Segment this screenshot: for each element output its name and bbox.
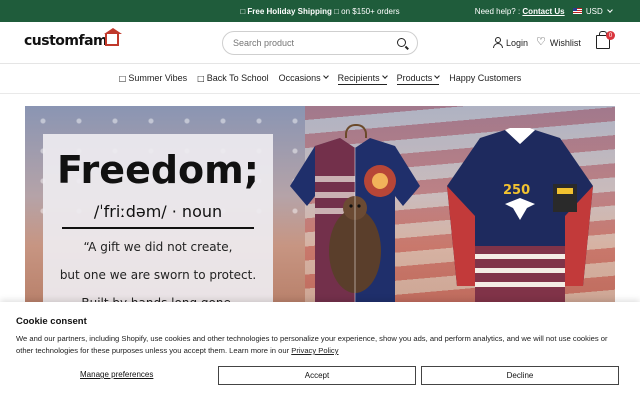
nav-item-summer-vibes[interactable]: □ Summer Vibes [119, 73, 187, 84]
chevron-down-icon [322, 73, 329, 79]
promo-text: on $150+ orders [341, 6, 400, 16]
cookie-consent-banner: Cookie consent We and our partners, incl… [0, 302, 640, 400]
nav-label: Happy Customers [449, 73, 522, 83]
nav-label: Back To School [206, 73, 269, 83]
contact-us-link[interactable]: Contact Us [522, 7, 564, 16]
nav-item-occasions[interactable]: Occasions [278, 73, 329, 84]
cart-count-badge: 0 [606, 31, 615, 40]
nav-label: Summer Vibes [128, 73, 188, 83]
search-bar[interactable] [222, 31, 418, 55]
help-text: Need help? : Contact Us [475, 7, 565, 16]
hero-quote-line: but one we are sworn to protect. [59, 268, 257, 282]
wishlist-label: Wishlist [549, 37, 581, 48]
sun-icon: □ [118, 73, 127, 83]
help-label: Need help? : [474, 6, 521, 16]
accept-button[interactable]: Accept [218, 366, 416, 385]
currency-label: USD [585, 6, 603, 16]
nav-item-back-to-school[interactable]: □ Back To School [197, 73, 268, 84]
site-header: customfam Login ♡ Wishlist 0 [0, 22, 640, 64]
backpack-icon: □ [197, 73, 205, 83]
shirt-badge-text: 250 [503, 183, 530, 198]
announcement-bar: □ Free Holiday Shipping □ on $150+ order… [0, 0, 640, 22]
user-icon [492, 37, 503, 48]
login-button[interactable]: Login [492, 37, 528, 48]
nav-label: Recipients [337, 72, 380, 83]
chevron-down-icon [434, 72, 441, 79]
consent-body: We and our partners, including Shopify, … [16, 333, 624, 357]
hero-text-card: Freedom; /ˈfriːdəm/ · noun “A gift we di… [43, 134, 273, 306]
consent-title: Cookie consent [16, 316, 87, 327]
gift-icon: □ [334, 6, 339, 16]
divider [62, 227, 254, 229]
nav-item-products[interactable]: Products [396, 72, 441, 85]
privacy-policy-link[interactable]: Privacy Policy [291, 346, 338, 355]
search-icon[interactable] [397, 38, 406, 47]
manage-preferences-link[interactable]: Manage preferences [80, 370, 153, 379]
wishlist-button[interactable]: ♡ Wishlist [536, 37, 581, 48]
nav-label: Occasions [278, 73, 321, 83]
bigfoot-flag-shirt-image [290, 138, 420, 306]
house-icon [104, 28, 123, 46]
hero-pronunciation: /ˈfriːdəm/ · noun [93, 202, 223, 221]
search-input[interactable] [233, 38, 383, 48]
us-flag-icon [572, 8, 582, 15]
logo-text: customfam [24, 33, 108, 49]
chevron-down-icon [607, 6, 613, 13]
heart-icon: ♡ [536, 36, 546, 48]
main-nav: □ Summer Vibes □ Back To School Occasion… [0, 64, 640, 94]
login-label: Login [506, 37, 529, 48]
nav-item-recipients[interactable]: Recipients [337, 72, 388, 85]
decline-button[interactable]: Decline [421, 366, 619, 385]
anniversary-polo-shirt-image: 250 [447, 128, 593, 306]
nav-label: Products [396, 72, 433, 83]
promo-bold-text: Free Holiday Shipping [247, 6, 332, 16]
hero-banner[interactable]: Freedom; /ˈfriːdəm/ · noun “A gift we di… [25, 106, 615, 306]
nav-item-happy-customers[interactable]: Happy Customers [449, 73, 521, 84]
currency-selector[interactable]: USD [572, 6, 613, 16]
chevron-down-icon [381, 72, 388, 79]
site-logo[interactable]: customfam [24, 28, 123, 49]
gift-icon: □ [240, 6, 246, 16]
hero-headline: Freedom; [57, 148, 259, 192]
hero-quote-line: “A gift we did not create, [83, 240, 233, 254]
